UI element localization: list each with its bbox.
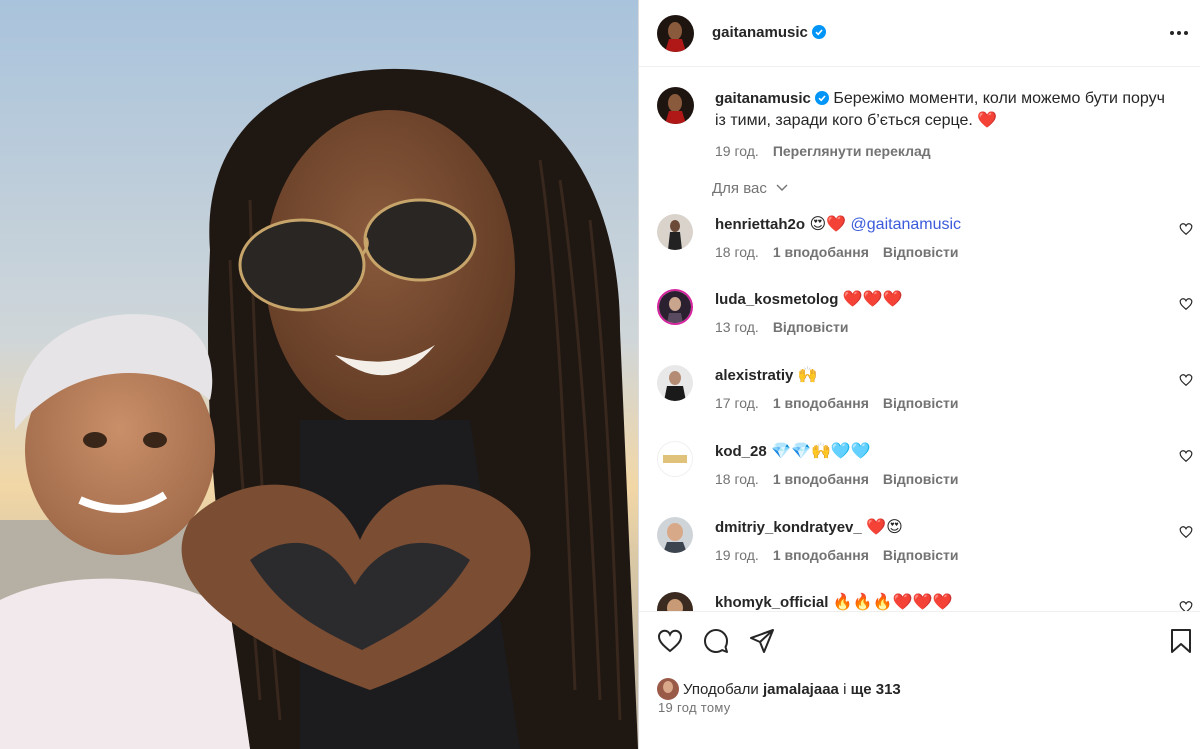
for-you-label: Для вас	[712, 180, 767, 197]
author-username[interactable]: gaitanamusic	[712, 24, 808, 41]
commenter-avatar-story[interactable]	[657, 289, 693, 325]
author-avatar[interactable]	[657, 15, 694, 52]
comment-username[interactable]: luda_kosmetolog	[715, 291, 838, 308]
comment-username[interactable]: dmitriy_kondratyev_	[715, 519, 862, 536]
comment-time[interactable]: 19 год.	[715, 547, 759, 563]
liked-count[interactable]: ще 313	[851, 681, 901, 698]
comment-text: 💎💎🙌🩵🩵	[771, 443, 871, 460]
comment-text: ❤️❤️❤️	[842, 291, 903, 308]
comment-username[interactable]: alexistratiy	[715, 367, 793, 384]
author-name-row: gaitanamusic	[712, 24, 826, 42]
commenter-avatar[interactable]	[657, 441, 693, 477]
comment-likes[interactable]: 1 вподобання	[773, 395, 869, 411]
heart-icon[interactable]	[1179, 222, 1193, 236]
liked-mid: і	[843, 681, 847, 698]
translate-link[interactable]: Переглянути переклад	[773, 143, 931, 159]
comment-time[interactable]: 13 год.	[715, 319, 759, 335]
comment-username[interactable]: kod_28	[715, 443, 767, 460]
caption-block: gaitanamusic Бережімо моменти, коли може…	[715, 88, 1165, 162]
comment-text: 🙌	[797, 367, 818, 384]
liked-by-row: Уподобали jamalajaaa і ще 313	[657, 678, 901, 700]
post-panel: gaitanamusic gaitanamusic Бережімо момен…	[638, 0, 1200, 749]
bookmark-icon[interactable]	[1168, 628, 1194, 654]
comment-likes[interactable]: 1 вподобання	[773, 471, 869, 487]
comment-username[interactable]: khomyk_official	[715, 594, 828, 611]
heart-icon[interactable]	[1179, 449, 1193, 463]
heart-icon[interactable]	[1179, 373, 1193, 387]
commenter-avatar[interactable]	[657, 517, 693, 553]
heart-icon[interactable]	[657, 628, 683, 654]
comment-text: 😍❤️	[809, 216, 847, 233]
action-bar: Уподобали jamalajaaa і ще 313 19 год том…	[639, 611, 1200, 749]
caption-username[interactable]: gaitanamusic	[715, 90, 811, 107]
caption-time[interactable]: 19 год.	[715, 143, 759, 159]
comment-item: khomyk_official 🔥🔥🔥❤️❤️❤️	[639, 592, 1200, 611]
liked-prefix: Уподобали	[683, 681, 759, 698]
reply-button[interactable]: Відповісти	[883, 471, 959, 487]
comment-text: ❤️😍	[866, 519, 903, 536]
verified-badge-icon	[814, 91, 829, 105]
more-options-icon[interactable]	[1167, 21, 1191, 45]
chevron-down-icon	[776, 184, 788, 191]
comment-mention[interactable]: @gaitanamusic	[851, 216, 962, 233]
share-icon[interactable]	[749, 628, 775, 654]
reply-button[interactable]: Відповісти	[883, 395, 959, 411]
post-time-ago[interactable]: 19 год тому	[658, 700, 731, 715]
reply-button[interactable]: Відповісти	[883, 244, 959, 260]
caption-avatar[interactable]	[657, 87, 694, 124]
reply-button[interactable]: Відповісти	[883, 547, 959, 563]
reply-button[interactable]: Відповісти	[773, 319, 849, 335]
commenter-avatar[interactable]	[657, 592, 693, 611]
comment-item: dmitriy_kondratyev_ ❤️😍 19 год. 1 вподоба…	[639, 517, 1200, 592]
comment-time[interactable]: 18 год.	[715, 471, 759, 487]
liked-user[interactable]: jamalajaaa	[763, 681, 839, 698]
liker-avatar[interactable]	[657, 678, 679, 700]
commenter-avatar[interactable]	[657, 365, 693, 401]
comment-icon[interactable]	[703, 628, 729, 654]
for-you-filter[interactable]: Для вас	[712, 180, 789, 197]
post-header: gaitanamusic	[639, 0, 1200, 67]
caption-meta: 19 год. Переглянути переклад	[715, 140, 1165, 162]
comments-scroll[interactable]: gaitanamusic Бережімо моменти, коли може…	[639, 67, 1200, 611]
heart-icon[interactable]	[1179, 297, 1193, 311]
comment-item: luda_kosmetolog ❤️❤️❤️ 13 год. Відповісти	[639, 289, 1200, 364]
comment-time[interactable]: 17 год.	[715, 395, 759, 411]
comment-username[interactable]: henriettah2o	[715, 216, 805, 233]
comment-item: alexistratiy 🙌 17 год. 1 вподобання Відпов…	[639, 365, 1200, 440]
comment-item: henriettah2o 😍❤️ @gaitanamusic 18 год. 1 …	[639, 214, 1200, 289]
commenter-avatar[interactable]	[657, 214, 693, 250]
post-photo[interactable]	[0, 0, 638, 749]
heart-icon[interactable]	[1179, 525, 1193, 539]
comment-likes[interactable]: 1 вподобання	[773, 244, 869, 260]
post-image	[0, 0, 638, 749]
heart-icon[interactable]	[1179, 600, 1193, 611]
comment-item: kod_28 💎💎🙌🩵🩵 18 год. 1 вподобання Відповіс…	[639, 441, 1200, 516]
verified-badge-icon	[811, 25, 826, 39]
comment-likes[interactable]: 1 вподобання	[773, 547, 869, 563]
comment-text: 🔥🔥🔥❤️❤️❤️	[832, 594, 953, 611]
comment-time[interactable]: 18 год.	[715, 244, 759, 260]
